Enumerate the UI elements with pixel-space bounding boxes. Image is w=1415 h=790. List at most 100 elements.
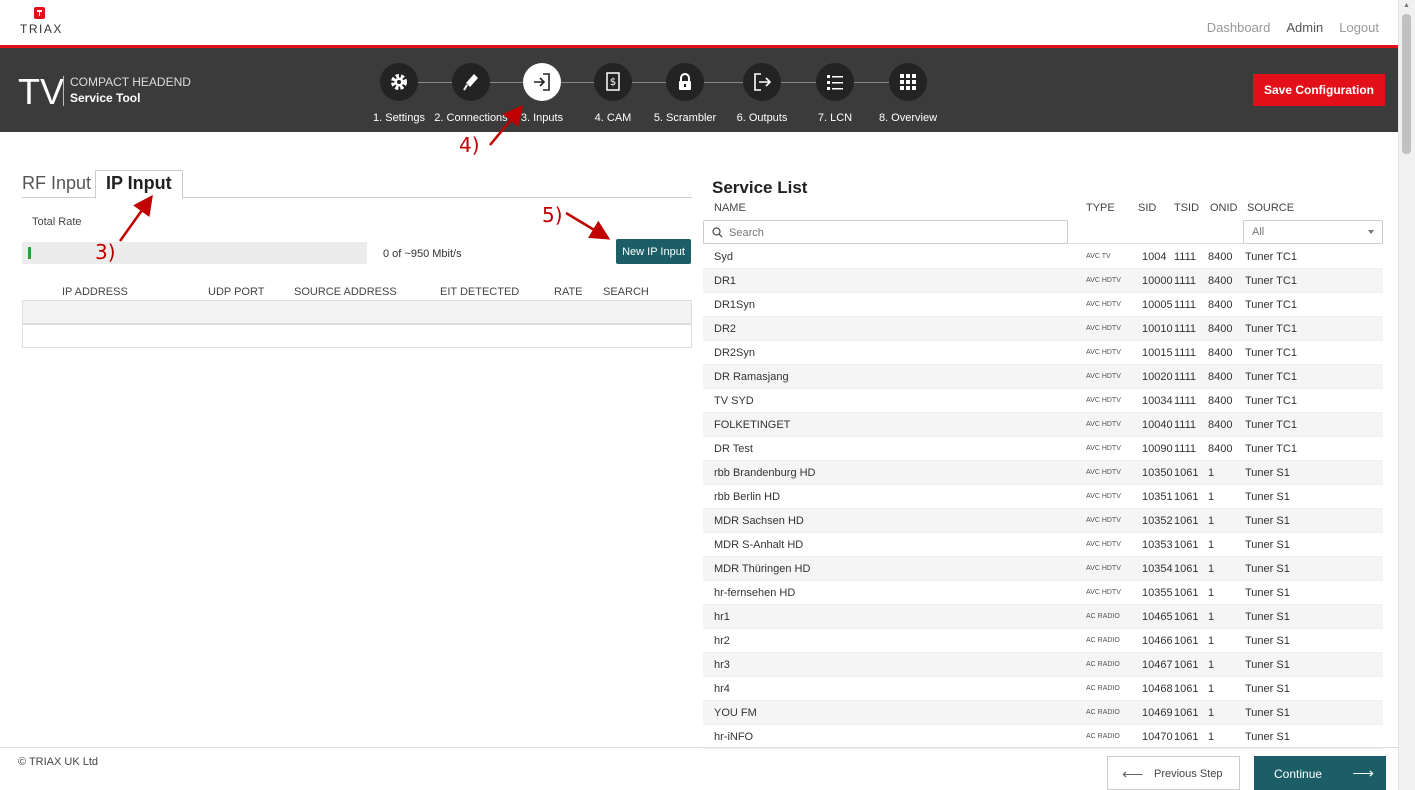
service-source: Tuner S1 bbox=[1245, 491, 1290, 503]
footer-divider bbox=[0, 747, 1398, 748]
service-row[interactable]: hr1 AC RADIO 10465 1061 1 Tuner S1 bbox=[703, 605, 1383, 629]
service-type: AVC HDTV bbox=[1086, 421, 1121, 428]
service-type: AVC HDTV bbox=[1086, 349, 1121, 356]
service-type: AVC HDTV bbox=[1086, 397, 1121, 404]
service-tsid: 1111 bbox=[1174, 443, 1197, 455]
source-filter-select[interactable]: All bbox=[1243, 220, 1383, 244]
admin-link[interactable]: Admin bbox=[1286, 20, 1323, 35]
col-eit-detected: EIT DETECTED bbox=[440, 286, 520, 298]
service-sid: 10470 bbox=[1142, 731, 1173, 743]
service-name: MDR S-Anhalt HD bbox=[714, 539, 804, 551]
previous-step-label: Previous Step bbox=[1154, 768, 1223, 780]
col-sid[interactable]: SID bbox=[1138, 202, 1156, 214]
service-tsid: 1061 bbox=[1174, 659, 1199, 671]
col-onid[interactable]: ONID bbox=[1210, 202, 1238, 214]
service-row[interactable]: rbb Brandenburg HD AVC HDTV 10350 1061 1 Tune… bbox=[703, 461, 1383, 485]
col-name[interactable]: NAME bbox=[714, 202, 746, 214]
service-name: DR Test bbox=[714, 443, 753, 455]
service-row[interactable]: Syd AVC TV 1004 1111 8400 Tuner TC1 bbox=[703, 245, 1383, 269]
service-source: Tuner TC1 bbox=[1245, 443, 1297, 455]
header-divider bbox=[63, 76, 64, 106]
step-connector bbox=[781, 82, 816, 83]
scroll-up-icon[interactable]: ▲ bbox=[1403, 2, 1410, 9]
step-label: 8. Overview bbox=[878, 112, 938, 124]
table-row bbox=[22, 300, 692, 324]
scrollbar-thumb[interactable] bbox=[1402, 14, 1411, 154]
service-list-title: Service List bbox=[712, 178, 808, 197]
service-name: hr-fernsehen HD bbox=[714, 587, 796, 599]
service-filter-row: All bbox=[703, 220, 1383, 244]
service-onid: 1 bbox=[1208, 683, 1215, 695]
service-row[interactable]: MDR S-Anhalt HD AVC HDTV 10353 1061 1 Tuner S… bbox=[703, 533, 1383, 557]
service-row[interactable]: MDR Thüringen HD AVC HDTV 10354 1061 1 Tuner … bbox=[703, 557, 1383, 581]
service-row[interactable]: hr-fernsehen HD AVC HDTV 10355 1061 1 Tuner S… bbox=[703, 581, 1383, 605]
service-type: AVC HDTV bbox=[1086, 373, 1121, 380]
col-tsid[interactable]: TSID bbox=[1174, 202, 1199, 214]
service-row[interactable]: TV SYD AVC HDTV 10034 1111 8400 Tuner TC1 bbox=[703, 389, 1383, 413]
tab-rf-input[interactable]: RF Input bbox=[22, 173, 91, 194]
service-row[interactable]: hr4 AC RADIO 10468 1061 1 Tuner S1 bbox=[703, 677, 1383, 701]
previous-step-button[interactable]: ⟵ Previous Step bbox=[1107, 756, 1240, 790]
col-search: SEARCH bbox=[603, 286, 649, 298]
service-tsid: 1061 bbox=[1174, 491, 1199, 503]
table-row bbox=[22, 324, 692, 348]
service-sid: 10040 bbox=[1142, 419, 1173, 431]
col-source[interactable]: SOURCE bbox=[1247, 202, 1294, 214]
continue-button[interactable]: Continue ⟶ bbox=[1254, 756, 1386, 790]
total-rate-text: 0 of ~950 Mbit/s bbox=[383, 248, 462, 260]
service-tsid: 1111 bbox=[1174, 299, 1197, 311]
service-row[interactable]: MDR Sachsen HD AVC HDTV 10352 1061 1 Tuner S1 bbox=[703, 509, 1383, 533]
service-source: Tuner S1 bbox=[1245, 707, 1290, 719]
service-sid: 1004 bbox=[1142, 251, 1167, 263]
service-row[interactable]: hr-iNFO AC RADIO 10470 1061 1 Tuner S1 bbox=[703, 725, 1383, 749]
service-sid: 10469 bbox=[1142, 707, 1173, 719]
service-sid: 10000 bbox=[1142, 275, 1173, 287]
service-name: hr3 bbox=[714, 659, 730, 671]
service-row[interactable]: FOLKETINGET AVC HDTV 10040 1111 8400 Tuner TC… bbox=[703, 413, 1383, 437]
list-icon bbox=[816, 63, 854, 101]
product-name: COMPACT HEADEND bbox=[70, 75, 191, 89]
tab-ip-input[interactable]: IP Input bbox=[95, 170, 183, 199]
service-onid: 1 bbox=[1208, 611, 1215, 623]
service-name: rbb Brandenburg HD bbox=[714, 467, 816, 479]
service-row[interactable]: hr3 AC RADIO 10467 1061 1 Tuner S1 bbox=[703, 653, 1383, 677]
logout-link[interactable]: Logout bbox=[1339, 20, 1379, 35]
service-row[interactable]: DR Ramasjang AVC HDTV 10020 1111 8400 Tuner T… bbox=[703, 365, 1383, 389]
search-input[interactable] bbox=[729, 224, 1059, 241]
service-tsid: 1061 bbox=[1174, 587, 1199, 599]
service-row[interactable]: hr2 AC RADIO 10466 1061 1 Tuner S1 bbox=[703, 629, 1383, 653]
triax-logo-icon bbox=[34, 7, 45, 19]
service-row[interactable]: DR1 AVC HDTV 10000 1111 8400 Tuner TC1 bbox=[703, 269, 1383, 293]
rate-bar-fill bbox=[28, 247, 31, 259]
step-connector bbox=[561, 82, 594, 83]
service-row[interactable]: DR2Syn AVC HDTV 10015 1111 8400 Tuner TC1 bbox=[703, 341, 1383, 365]
service-source: Tuner S1 bbox=[1245, 587, 1290, 599]
save-configuration-button[interactable]: Save Configuration bbox=[1253, 74, 1385, 106]
service-name: MDR Thüringen HD bbox=[714, 563, 811, 575]
gear-icon bbox=[380, 63, 418, 101]
new-ip-input-button[interactable]: New IP Input bbox=[616, 239, 691, 264]
grid-icon bbox=[889, 63, 927, 101]
service-tsid: 1111 bbox=[1174, 323, 1197, 335]
service-name: DR2Syn bbox=[714, 347, 755, 359]
service-source: Tuner TC1 bbox=[1245, 347, 1297, 359]
service-row[interactable]: rbb Berlin HD AVC HDTV 10351 1061 1 Tuner S1 bbox=[703, 485, 1383, 509]
dashboard-link[interactable]: Dashboard bbox=[1207, 20, 1271, 35]
service-tsid: 1061 bbox=[1174, 611, 1199, 623]
page-scrollbar[interactable]: ▲ bbox=[1398, 0, 1415, 790]
step-connector bbox=[854, 82, 890, 83]
col-source-address: SOURCE ADDRESS bbox=[294, 286, 397, 298]
service-row[interactable]: YOU FM AC RADIO 10469 1061 1 Tuner S1 bbox=[703, 701, 1383, 725]
service-type: AVC HDTV bbox=[1086, 541, 1121, 548]
service-name: YOU FM bbox=[714, 707, 757, 719]
triax-logo[interactable]: TRIAX bbox=[20, 6, 70, 42]
service-type: AC RADIO bbox=[1086, 709, 1120, 716]
service-sid: 10090 bbox=[1142, 443, 1173, 455]
service-row[interactable]: DR Test AVC HDTV 10090 1111 8400 Tuner TC1 bbox=[703, 437, 1383, 461]
service-row[interactable]: DR2 AVC HDTV 10010 1111 8400 Tuner TC1 bbox=[703, 317, 1383, 341]
service-row[interactable]: DR1Syn AVC HDTV 10005 1111 8400 Tuner TC1 bbox=[703, 293, 1383, 317]
service-onid: 8400 bbox=[1208, 251, 1233, 263]
svg-text:$: $ bbox=[610, 77, 616, 88]
col-type[interactable]: TYPE bbox=[1086, 202, 1115, 214]
col-rate: RATE bbox=[554, 286, 583, 298]
